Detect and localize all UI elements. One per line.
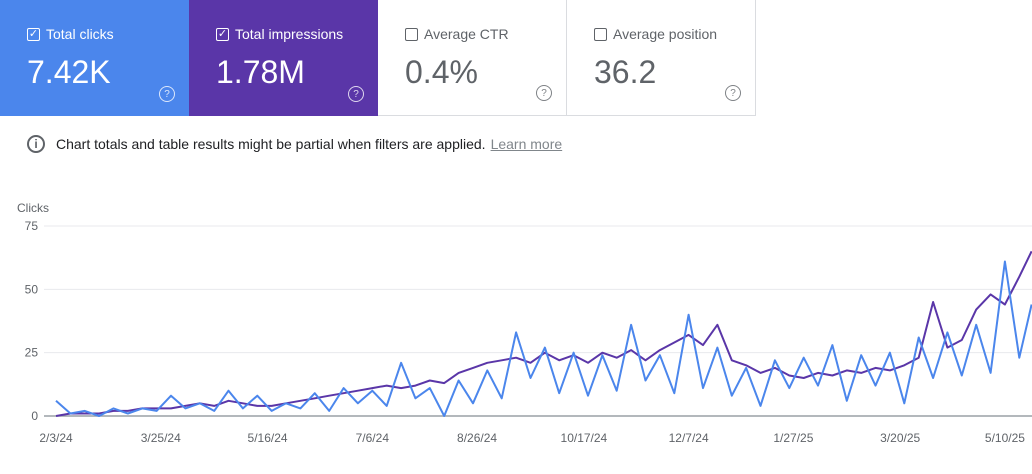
card-value: 36.2: [594, 54, 657, 90]
card-average-ctr[interactable]: Average CTR 0.4% ?: [378, 0, 567, 116]
learn-more-link[interactable]: Learn more: [491, 136, 563, 152]
card-value: 0.4%: [405, 54, 478, 90]
clicks-chart: Clicks 0 25 50 75 2/3/24 3/25/24 5/16/24 7/6/24 8…: [17, 201, 1032, 445]
clicks-line: [55, 260, 1032, 417]
y-tick-label: 75: [25, 219, 39, 233]
help-icon[interactable]: ?: [725, 85, 741, 101]
x-tick-label: 7/6/24: [356, 431, 390, 445]
checkbox-unchecked-icon[interactable]: [594, 27, 607, 41]
card-label: Average CTR: [424, 26, 509, 42]
card-label: Total clicks: [46, 26, 114, 42]
card-total-impressions[interactable]: ✓ Total impressions 1.78M ?: [189, 0, 378, 116]
card-average-position[interactable]: Average position 36.2 ?: [567, 0, 756, 116]
metric-cards: ✓ Total clicks 7.42K ? ✓ Total impressions…: [0, 0, 756, 116]
card-total-clicks[interactable]: ✓ Total clicks 7.42K ?: [0, 0, 189, 116]
y-tick-label: 25: [25, 346, 39, 360]
y-tick-label: 0: [31, 409, 38, 423]
card-value: 1.78M: [216, 54, 305, 90]
checkbox-checked-icon[interactable]: ✓: [27, 27, 40, 41]
y-tick-label: 50: [25, 282, 39, 296]
x-tick-label: 3/25/24: [141, 431, 181, 445]
card-value: 7.42K: [27, 54, 111, 90]
help-icon[interactable]: ?: [348, 86, 364, 102]
x-tick-label: 5/16/24: [248, 431, 288, 445]
card-label: Average position: [613, 26, 718, 42]
info-icon: i: [27, 135, 45, 153]
y-axis-label: Clicks: [17, 201, 49, 215]
info-banner: i Chart totals and table results might b…: [27, 135, 562, 153]
help-icon[interactable]: ?: [159, 86, 175, 102]
x-tick-label: 12/7/24: [669, 431, 709, 445]
card-label: Total impressions: [235, 26, 344, 42]
impressions-line: [55, 250, 1032, 417]
x-tick-label: 2/3/24: [39, 431, 73, 445]
help-icon[interactable]: ?: [536, 85, 552, 101]
checkbox-checked-icon[interactable]: ✓: [216, 27, 229, 41]
x-tick-label: 5/10/25: [985, 431, 1025, 445]
checkbox-unchecked-icon[interactable]: [405, 27, 418, 41]
x-tick-label: 8/26/24: [457, 431, 497, 445]
x-tick-label: 1/27/25: [773, 431, 813, 445]
info-text: Chart totals and table results might be …: [56, 136, 486, 152]
x-tick-label: 3/20/25: [880, 431, 920, 445]
x-tick-label: 10/17/24: [561, 431, 608, 445]
